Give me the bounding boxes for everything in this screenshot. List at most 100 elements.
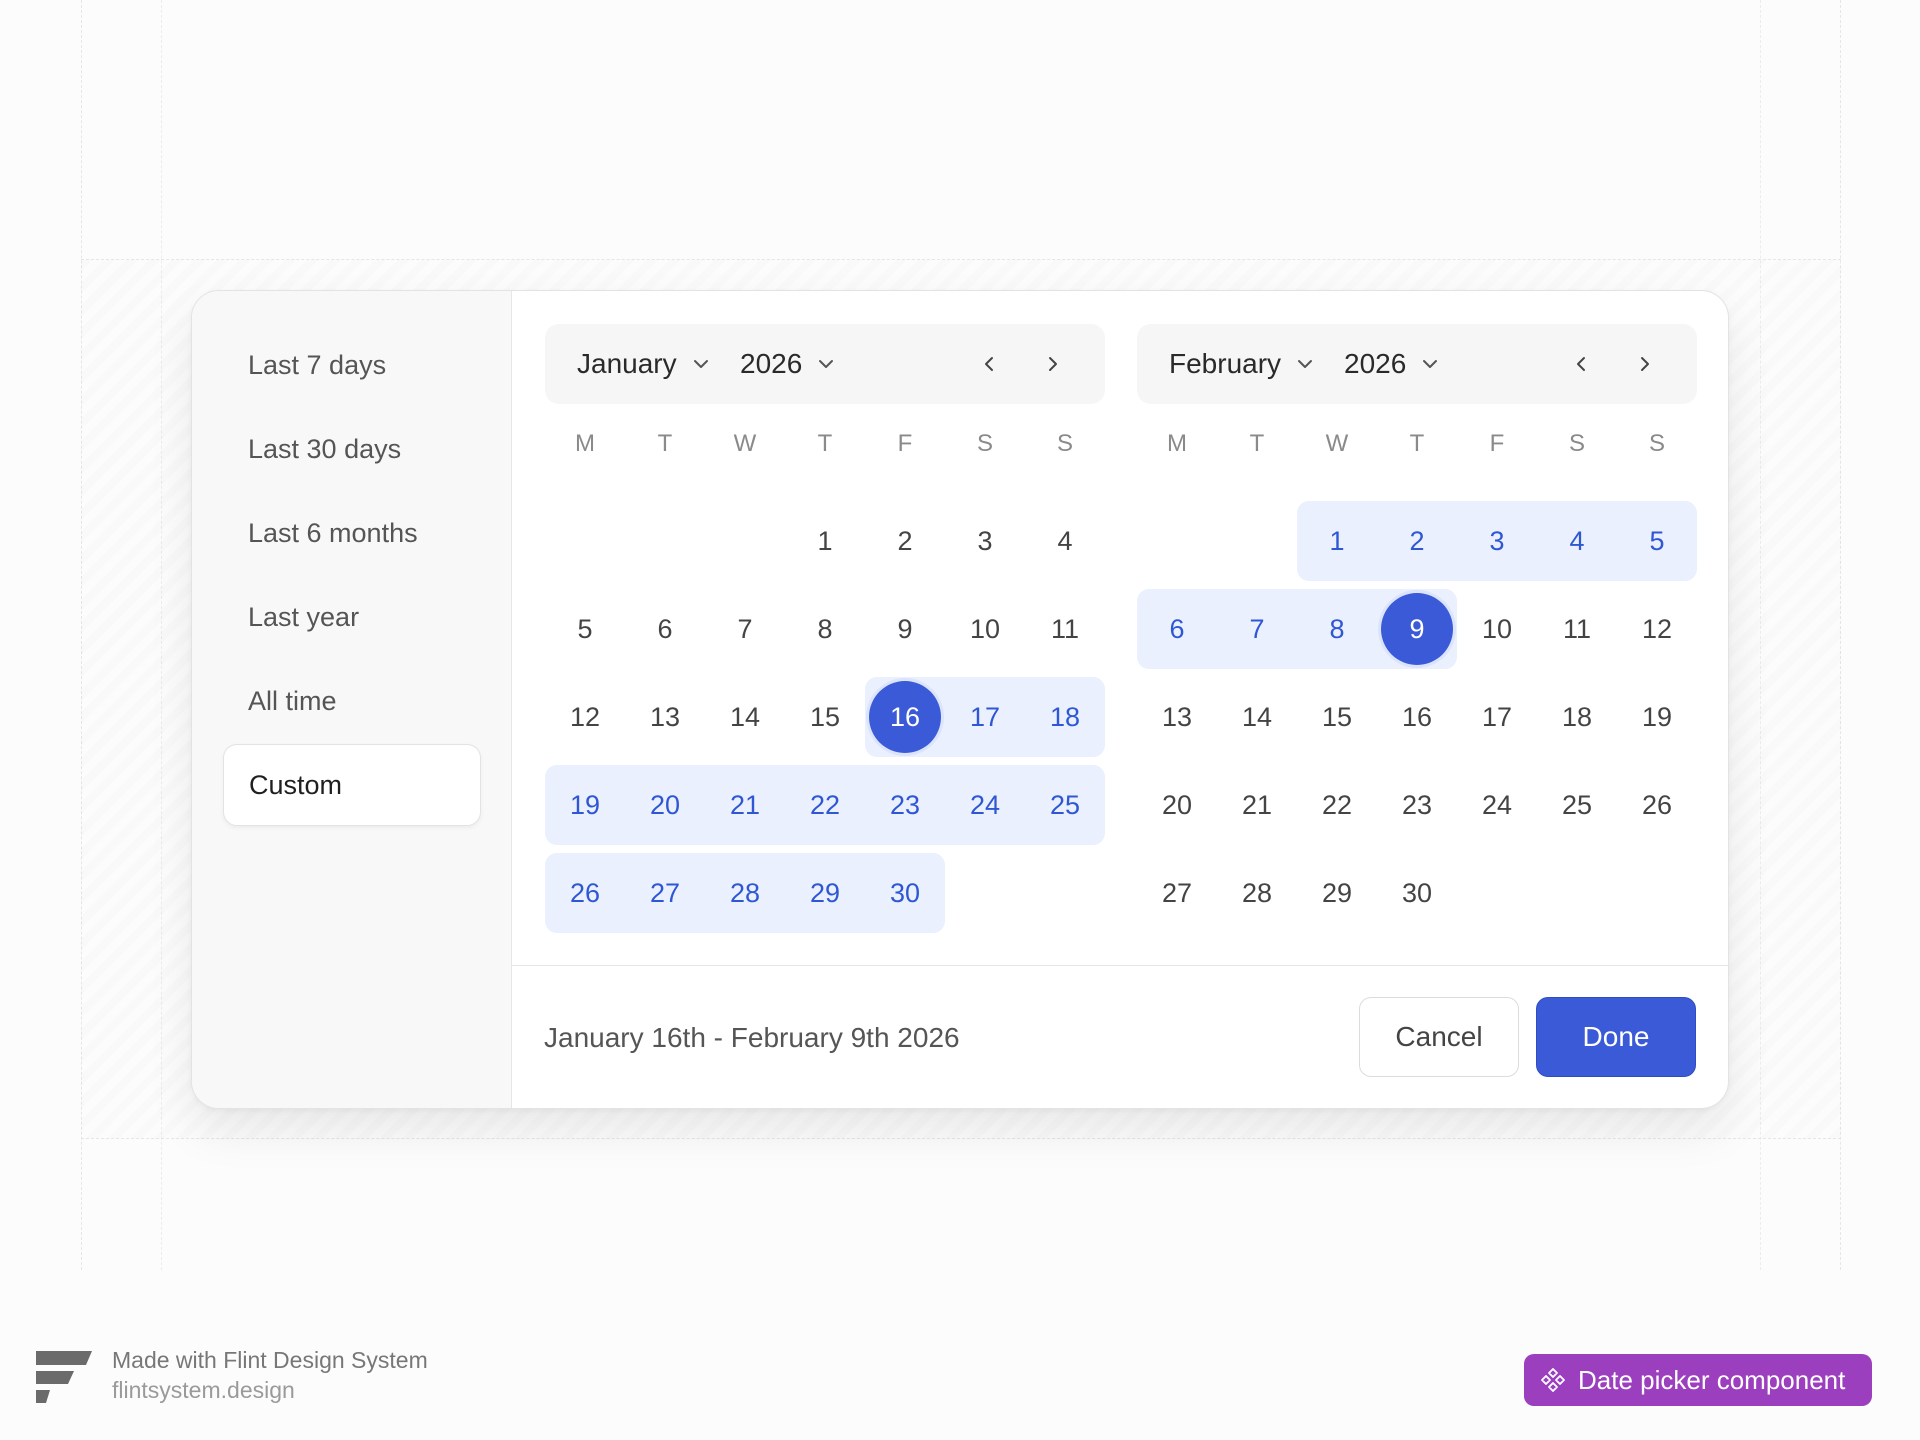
day-cell[interactable]: 12: [1617, 589, 1697, 669]
prev-month-button[interactable]: [1561, 344, 1601, 384]
day-cell[interactable]: 7: [705, 589, 785, 669]
day-number: 15: [1321, 702, 1353, 732]
day-cell[interactable]: 16: [1377, 677, 1457, 757]
day-cell[interactable]: 24: [1457, 765, 1537, 845]
day-cell[interactable]: 13: [1137, 677, 1217, 757]
year-select-label: 2026: [740, 348, 803, 379]
weekday-label: W: [733, 430, 757, 457]
done-button[interactable]: Done: [1536, 997, 1696, 1077]
day-cell[interactable]: 27: [625, 853, 705, 933]
day-cell[interactable]: 15: [785, 677, 865, 757]
day-cell[interactable]: 2: [1377, 501, 1457, 581]
prev-month-button[interactable]: [969, 344, 1009, 384]
day-cell[interactable]: 14: [705, 677, 785, 757]
preset-last-year[interactable]: Last year: [223, 576, 481, 658]
day-cell[interactable]: 6: [1137, 589, 1217, 669]
day-cell[interactable]: 8: [785, 589, 865, 669]
day-cell[interactable]: 30: [1377, 853, 1457, 933]
next-month-button[interactable]: [1625, 344, 1665, 384]
day-cell[interactable]: 4: [1537, 501, 1617, 581]
day-cell[interactable]: 5: [545, 589, 625, 669]
day-number: 29: [1321, 878, 1353, 908]
day-cell[interactable]: 13: [625, 677, 705, 757]
day-cell[interactable]: 28: [1217, 853, 1297, 933]
day-cell[interactable]: 17: [945, 677, 1025, 757]
day-cell[interactable]: 19: [545, 765, 625, 845]
month-select[interactable]: February: [1169, 324, 1315, 404]
day-cell[interactable]: 4: [1025, 501, 1105, 581]
day-number: 22: [1321, 790, 1353, 820]
day-cell[interactable]: 1: [785, 501, 865, 581]
day-number: 17: [1481, 702, 1513, 732]
day-number: 3: [1489, 526, 1505, 556]
day-cell[interactable]: 9: [865, 589, 945, 669]
day-cell[interactable]: 11: [1025, 589, 1105, 669]
day-cell[interactable]: 18: [1025, 677, 1105, 757]
day-number: 26: [1641, 790, 1673, 820]
year-select[interactable]: 2026: [1344, 324, 1440, 404]
branding-line: Made with Flint Design System: [112, 1347, 428, 1373]
day-cell[interactable]: 5: [1617, 501, 1697, 581]
day-number: 21: [1241, 790, 1273, 820]
day-cell[interactable]: 22: [785, 765, 865, 845]
cancel-button[interactable]: Cancel: [1359, 997, 1519, 1077]
day-cell[interactable]: 21: [1217, 765, 1297, 845]
month-select-label: January: [577, 348, 677, 379]
day-cell[interactable]: 11: [1537, 589, 1617, 669]
day-cell[interactable]: 26: [545, 853, 625, 933]
month-select[interactable]: January: [577, 324, 711, 404]
day-cell[interactable]: 18: [1537, 677, 1617, 757]
day-number: 9: [897, 614, 913, 644]
day-cell[interactable]: 6: [625, 589, 705, 669]
day-number: 11: [1562, 614, 1592, 644]
day-cell[interactable]: 7: [1217, 589, 1297, 669]
preset-custom[interactable]: Custom: [223, 744, 481, 826]
day-cell[interactable]: 28: [705, 853, 785, 933]
day-number: 23: [889, 790, 921, 820]
day-cell[interactable]: 29: [785, 853, 865, 933]
day-number: 25: [1561, 790, 1593, 820]
day-number: 30: [889, 878, 921, 908]
chevron-down-icon: [819, 360, 834, 368]
calendar-header-january: January 2026: [545, 324, 1105, 404]
day-number: 4: [1569, 526, 1585, 556]
day-cell[interactable]: 17: [1457, 677, 1537, 757]
preset-all-time[interactable]: All time: [223, 660, 481, 742]
next-month-button[interactable]: [1033, 344, 1073, 384]
day-cell[interactable]: 22: [1297, 765, 1377, 845]
year-select[interactable]: 2026: [740, 324, 836, 404]
day-cell[interactable]: 3: [1457, 501, 1537, 581]
day-cell[interactable]: 15: [1297, 677, 1377, 757]
day-cell[interactable]: 20: [625, 765, 705, 845]
day-cell[interactable]: 23: [865, 765, 945, 845]
badge-label: Date picker component: [1578, 1364, 1846, 1395]
chevron-right-icon: [1049, 357, 1057, 371]
day-cell[interactable]: 25: [1025, 765, 1105, 845]
day-cell[interactable]: 14: [1217, 677, 1297, 757]
day-cell[interactable]: 23: [1377, 765, 1457, 845]
day-cell[interactable]: 21: [705, 765, 785, 845]
weekday-label: T: [1249, 430, 1265, 457]
day-cell[interactable]: 20: [1137, 765, 1217, 845]
preset-last-30-days[interactable]: Last 30 days: [223, 408, 481, 490]
day-number: 2: [897, 526, 913, 556]
day-cell[interactable]: 8: [1297, 589, 1377, 669]
day-cell[interactable]: 26: [1617, 765, 1697, 845]
day-cell[interactable]: 30: [865, 853, 945, 933]
day-cell[interactable]: 2: [865, 501, 945, 581]
day-cell[interactable]: 24: [945, 765, 1025, 845]
day-cell[interactable]: 27: [1137, 853, 1217, 933]
calendar-header-february: February 2026: [1137, 324, 1697, 404]
preset-last-6-months[interactable]: Last 6 months: [223, 492, 481, 574]
day-cell[interactable]: 29: [1297, 853, 1377, 933]
day-cell-selected[interactable]: 16: [865, 677, 945, 757]
preset-last-7-days[interactable]: Last 7 days: [223, 324, 481, 406]
day-cell[interactable]: 10: [945, 589, 1025, 669]
day-cell[interactable]: 3: [945, 501, 1025, 581]
day-cell[interactable]: 19: [1617, 677, 1697, 757]
day-cell[interactable]: 10: [1457, 589, 1537, 669]
day-cell-selected[interactable]: 9: [1377, 589, 1457, 669]
day-cell[interactable]: 1: [1297, 501, 1377, 581]
day-cell[interactable]: 25: [1537, 765, 1617, 845]
day-cell[interactable]: 12: [545, 677, 625, 757]
